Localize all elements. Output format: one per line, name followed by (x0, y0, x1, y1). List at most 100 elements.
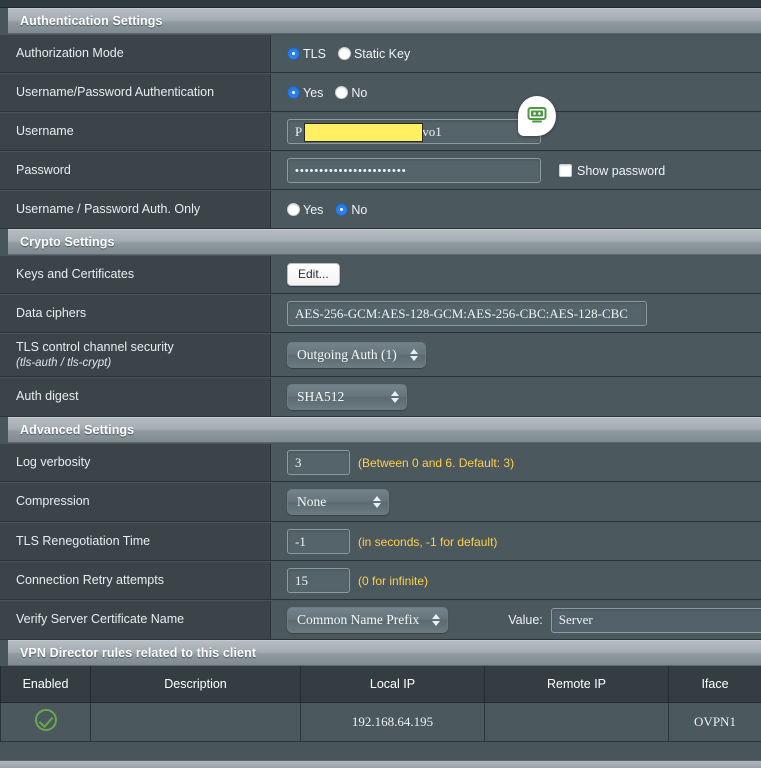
radio-userpass-only-yes[interactable]: Yes (287, 203, 323, 217)
show-password-checkbox[interactable]: Show password (559, 164, 665, 178)
radio-authorization-mode-tls[interactable]: TLS (287, 47, 326, 61)
stepper-arrows-icon (373, 496, 381, 508)
stepper-arrows-icon (391, 391, 399, 403)
username-value-suffix: vo1 (422, 123, 442, 139)
label-tls-renegotiation-time: TLS Renegotiation Time (0, 523, 271, 560)
radio-dot-icon (287, 203, 300, 216)
tls-control-channel-selected-value: Outgoing Auth (1) (297, 347, 397, 362)
column-header-local-ip: Local IP (300, 666, 485, 703)
value-tls-control-channel: Outgoing Auth (1) (271, 334, 761, 376)
value-userpass-auth-only: Yes No (271, 191, 761, 228)
label-verify-server-certificate-name: Verify Server Certificate Name (0, 601, 271, 639)
radio-dot-icon (287, 47, 300, 60)
tls-renegotiation-time-input[interactable]: -1 (287, 529, 350, 554)
value-log-verbosity: 3 (Between 0 and 6. Default: 3) (271, 444, 761, 481)
label-log-verbosity: Log verbosity (0, 444, 271, 481)
enabled-check-icon (34, 708, 57, 731)
radio-dot-icon (337, 47, 351, 60)
row-log-verbosity: Log verbosity 3 (Between 0 and 6. Defaul… (0, 443, 761, 482)
edit-keys-button[interactable]: Edit... (287, 263, 340, 286)
cell-local-ip: 192.168.64.195 (300, 701, 485, 742)
row-password: Password ••••••••••••••••••••••• Show pa… (0, 151, 761, 190)
vpn-client-settings-page: Authentication Settings Authorization Mo… (0, 0, 761, 768)
cell-iface: OVPN1 (668, 701, 761, 742)
log-verbosity-input[interactable]: 3 (287, 450, 350, 475)
radio-dot-icon (287, 86, 300, 99)
label-userpass-authentication: Username/Password Authentication (0, 74, 271, 111)
section-header-vpn-director: VPN Director rules related to this clien… (8, 640, 761, 666)
value-password: ••••••••••••••••••••••• Show password (271, 152, 761, 189)
checkbox-box-icon (559, 164, 572, 177)
value-data-ciphers: AES-256-GCM:AES-128-GCM:AES-256-CBC:AES-… (271, 295, 761, 332)
cell-description (90, 701, 301, 742)
row-tls-renegotiation-time: TLS Renegotiation Time -1 (in seconds, -… (0, 522, 761, 561)
verify-server-cert-select[interactable]: Common Name Prefix (287, 607, 449, 633)
verify-server-cert-value-input[interactable]: Server (550, 607, 761, 633)
radio-label-static-key: Static Key (353, 46, 411, 61)
radio-label-no: No (351, 85, 368, 100)
row-authorization-mode: Authorization Mode TLS Static Key (0, 34, 761, 73)
verify-server-cert-selected-value: Common Name Prefix (297, 612, 420, 627)
username-input[interactable]: P vo1 (287, 119, 541, 144)
radio-label-no: No (351, 202, 368, 217)
verify-server-cert-value-label: Value: (508, 613, 543, 627)
row-userpass-auth-only: Username / Password Auth. Only Yes No (0, 190, 761, 229)
label-tls-control-channel: TLS control channel security (tls-auth /… (0, 334, 271, 376)
tls-control-channel-select[interactable]: Outgoing Auth (1) (287, 342, 426, 368)
table-header-row: Enabled Description Local IP Remote IP I… (0, 666, 761, 703)
value-compression: None (271, 483, 761, 521)
label-tls-control-channel-sub: (tls-auth / tls-crypt) (16, 356, 112, 369)
username-value-prefix: P (295, 123, 303, 139)
label-keys-and-certificates: Keys and Certificates (0, 256, 271, 293)
auth-digest-selected-value: SHA512 (297, 389, 345, 404)
radio-label-yes: Yes (303, 202, 324, 217)
section-header-authentication: Authentication Settings (8, 8, 761, 34)
password-input[interactable]: ••••••••••••••••••••••• (287, 158, 541, 183)
data-ciphers-input[interactable]: AES-256-GCM:AES-128-GCM:AES-256-CBC:AES-… (287, 301, 647, 326)
radio-userpass-auth-yes[interactable]: Yes (287, 86, 323, 100)
radio-userpass-auth-no[interactable]: No (335, 86, 367, 100)
radio-dot-icon (335, 203, 349, 216)
row-tls-control-channel: TLS control channel security (tls-auth /… (0, 333, 761, 377)
stepper-arrows-icon (409, 349, 418, 361)
label-data-ciphers: Data ciphers (0, 295, 271, 332)
log-verbosity-hint: (Between 0 and 6. Default: 3) (358, 455, 515, 470)
radio-dot-icon (335, 86, 349, 99)
value-userpass-authentication: Yes No (271, 74, 761, 111)
label-userpass-auth-only: Username / Password Auth. Only (0, 191, 271, 228)
radio-group-userpass-authentication: Yes No (287, 86, 375, 100)
section-header-advanced: Advanced Settings (8, 417, 761, 443)
connection-retry-attempts-hint: (0 for infinite) (358, 573, 429, 588)
label-username: Username (0, 113, 271, 150)
cell-remote-ip (484, 701, 669, 742)
label-tls-control-channel-main: TLS control channel security (16, 340, 174, 354)
column-header-remote-ip: Remote IP (484, 666, 669, 703)
stepper-arrows-icon (432, 614, 441, 626)
label-password: Password (0, 152, 271, 189)
column-header-description: Description (90, 666, 301, 703)
value-auth-digest: SHA512 (271, 378, 761, 416)
radio-label-tls: TLS (303, 46, 326, 61)
label-authorization-mode: Authorization Mode (0, 35, 271, 72)
column-header-iface: Iface (668, 666, 761, 703)
page-bottom-divider (0, 760, 761, 768)
table-row[interactable]: 192.168.64.195 OVPN1 (0, 701, 761, 742)
value-username: P vo1 (271, 113, 761, 150)
value-authorization-mode: TLS Static Key (271, 35, 761, 72)
compression-select[interactable]: None (287, 489, 389, 515)
label-compression: Compression (0, 483, 271, 521)
label-connection-retry-attempts: Connection Retry attempts (0, 562, 271, 599)
auth-digest-select[interactable]: SHA512 (287, 384, 407, 410)
cell-enabled (0, 701, 91, 742)
value-tls-renegotiation-time: -1 (in seconds, -1 for default) (271, 523, 761, 560)
column-header-enabled: Enabled (0, 666, 91, 703)
tls-renegotiation-time-hint: (in seconds, -1 for default) (358, 534, 498, 549)
radio-group-userpass-auth-only: Yes No (287, 203, 375, 217)
row-compression: Compression None (0, 482, 761, 522)
radio-group-authorization-mode: TLS Static Key (287, 47, 418, 61)
connection-retry-attempts-input[interactable]: 15 (287, 568, 350, 593)
radio-authorization-mode-static-key[interactable]: Static Key (337, 46, 411, 61)
page-top-divider (0, 0, 761, 8)
radio-userpass-only-no[interactable]: No (335, 203, 367, 217)
row-auth-digest: Auth digest SHA512 (0, 377, 761, 417)
